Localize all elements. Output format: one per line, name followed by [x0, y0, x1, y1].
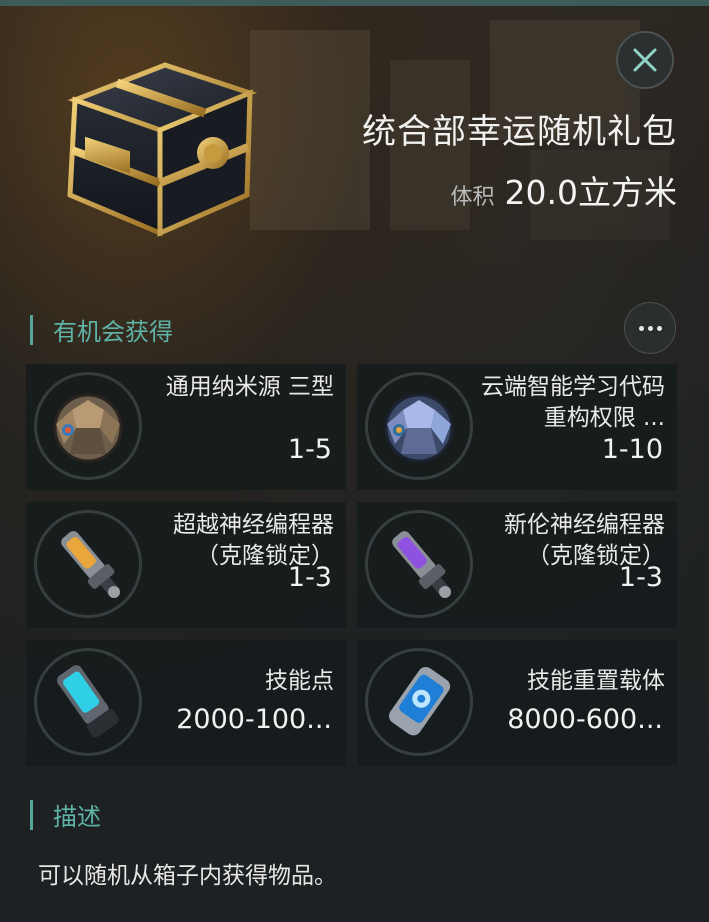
section-accent-bar	[30, 314, 33, 345]
rewards-section-header: 有机会获得	[30, 312, 173, 347]
more-dot	[638, 325, 644, 331]
top-accent-bar	[0, 0, 709, 6]
nanite-orb-blue-icon	[384, 393, 454, 463]
more-options-button[interactable]	[624, 302, 676, 354]
reward-item-quantity: 1-5	[287, 434, 332, 465]
reward-item-name: 技能重置载体	[527, 668, 665, 694]
close-icon	[633, 48, 657, 72]
reward-item-name: 通用纳米源 三型	[165, 374, 334, 400]
description-text: 可以随机从箱子内获得物品。	[38, 863, 337, 889]
volume-info: 体积 20.0立方米	[451, 166, 678, 214]
reward-item-card[interactable]: 新伦神经编程器（克隆锁定） 1-3	[357, 502, 677, 628]
more-dot	[656, 325, 662, 331]
loot-crate-icon	[67, 62, 258, 237]
section-accent-bar	[30, 799, 33, 830]
reward-item-quantity: 1-3	[618, 562, 663, 593]
reward-item-quantity: 1-10	[601, 434, 663, 465]
close-button[interactable]	[616, 31, 674, 89]
reward-item-card[interactable]: 云端智能学习代码重构权限 ... 1-10	[357, 364, 677, 490]
volume-value: 20.0立方米	[504, 173, 677, 212]
reward-item-name: 云端智能学习代码重构权限 ...	[481, 374, 665, 431]
reward-item-quantity: 1-3	[287, 562, 332, 593]
description-section-header: 描述	[30, 797, 101, 832]
description-section-title: 描述	[53, 803, 101, 831]
reward-item-name: 技能点	[265, 668, 334, 694]
rewards-section-title: 有机会获得	[53, 318, 173, 346]
reward-item-quantity: 2000-100...	[176, 704, 332, 735]
reward-item-quantity: 8000-600...	[507, 704, 663, 735]
neural-injector-purple-icon	[392, 531, 451, 598]
skill-reset-canister-icon	[389, 666, 451, 736]
nanite-orb-bronze-icon	[53, 393, 123, 463]
reward-item-card[interactable]: 技能点 2000-100...	[26, 640, 346, 766]
volume-label: 体积	[450, 185, 495, 210]
item-title: 统合部幸运随机礼包	[362, 112, 677, 152]
skill-point-canister-icon	[57, 665, 120, 738]
neural-injector-gold-icon	[61, 531, 120, 598]
more-dot	[647, 325, 653, 331]
reward-item-card[interactable]: 超越神经编程器（克隆锁定） 1-3	[26, 502, 346, 628]
reward-item-card[interactable]: 技能重置载体 8000-600...	[357, 640, 677, 766]
reward-item-card[interactable]: 通用纳米源 三型 1-5	[26, 364, 346, 490]
